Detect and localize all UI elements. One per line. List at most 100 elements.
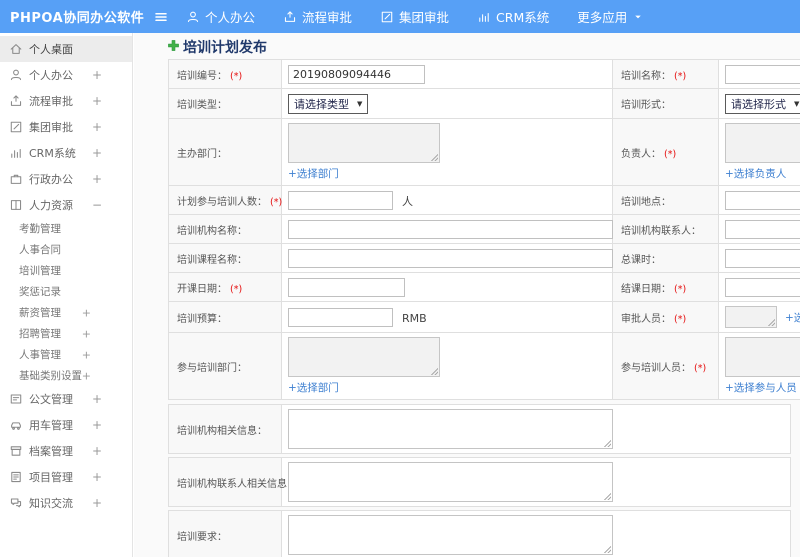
resize-grip-icon	[602, 438, 611, 447]
expander-icon[interactable]: +	[92, 68, 102, 82]
sidebar-item-label: 流程审批	[29, 95, 73, 108]
picker-box[interactable]	[288, 337, 440, 377]
expander-icon[interactable]: +	[92, 172, 102, 186]
sidebar-item-label: 公文管理	[29, 393, 73, 406]
sidebar-subitem-6-1[interactable]: 人事合同	[0, 239, 132, 260]
sidebar-subitem-6-0[interactable]: 考勤管理	[0, 218, 132, 239]
sidebar-item-3[interactable]: 集团审批 +	[0, 114, 132, 140]
picker-link[interactable]: +选择参与人员	[725, 380, 800, 395]
nav-item-4[interactable]: 更多应用	[577, 7, 644, 26]
sidebar-item-11[interactable]: 知识交流 +	[0, 490, 132, 516]
expander-icon[interactable]: +	[82, 369, 91, 382]
nav-item-1[interactable]: 流程审批	[283, 7, 352, 26]
text-input[interactable]	[288, 308, 393, 327]
field-label-cell: 培训形式：	[612, 88, 719, 119]
expander-icon[interactable]: +	[92, 444, 102, 458]
sidebar-item-label: 个人桌面	[29, 43, 73, 56]
sidebar-subitem-6-3[interactable]: 奖惩记录	[0, 281, 132, 302]
text-input[interactable]	[725, 249, 800, 268]
field-label: 总课时：	[621, 254, 661, 266]
sidebar-item-4[interactable]: CRM系统 +	[0, 140, 132, 166]
text-input[interactable]	[725, 220, 800, 239]
sidebar-item-label: 个人办公	[29, 69, 73, 82]
field	[288, 64, 425, 84]
picker-link[interactable]: +选择部门	[288, 380, 606, 395]
expander-icon[interactable]: +	[82, 327, 91, 340]
picker-box[interactable]	[288, 123, 440, 163]
picker-link[interactable]: +选择部门	[288, 166, 606, 181]
hamburger-menu-icon[interactable]	[148, 9, 174, 25]
field-label-cell: 结课日期： (*)	[612, 272, 719, 302]
required-mark: (*)	[694, 362, 707, 374]
text-input[interactable]	[288, 191, 393, 210]
sidebar-item-7[interactable]: 公文管理 +	[0, 386, 132, 412]
sidebar-subitem-6-4[interactable]: 薪资管理 +	[0, 302, 132, 323]
sidebar-subitem-label: 招聘管理	[19, 328, 61, 340]
sidebar-item-label: 人力资源	[29, 199, 73, 212]
sidebar-item-6[interactable]: 人力资源 −	[0, 192, 132, 218]
field: +选择审批人员	[725, 306, 800, 328]
text-input[interactable]	[288, 65, 425, 84]
field-label-cell: 主办部门：	[168, 118, 282, 186]
nav-item-0[interactable]: 个人办公	[186, 7, 255, 26]
text-input[interactable]	[288, 278, 405, 297]
expander-icon[interactable]: +	[82, 348, 91, 361]
sidebar-item-10[interactable]: 项目管理 +	[0, 464, 132, 490]
sidebar-item-label: 用车管理	[29, 419, 73, 432]
text-input[interactable]	[725, 191, 800, 210]
textarea-input[interactable]	[288, 515, 613, 555]
nav-item-2[interactable]: 集团审批	[380, 7, 449, 26]
sidebar-subitem-6-5[interactable]: 招聘管理 +	[0, 323, 132, 344]
expander-icon[interactable]: +	[92, 418, 102, 432]
sidebar-item-5[interactable]: 行政办公 +	[0, 166, 132, 192]
expander-icon[interactable]: +	[92, 496, 102, 510]
field-label-cell: 负责人： (*)	[612, 118, 719, 186]
picker-link[interactable]: +选择负责人	[725, 166, 800, 181]
field	[725, 219, 800, 239]
picker-box[interactable]	[725, 123, 800, 163]
field-cell	[281, 404, 791, 454]
field-label: 培训机构名称：	[177, 225, 247, 237]
sidebar-item-8[interactable]: 用车管理 +	[0, 412, 132, 438]
text-input[interactable]	[288, 220, 613, 239]
sidebar-item-label: 档案管理	[29, 445, 73, 458]
picker-box[interactable]	[725, 306, 777, 328]
sidebar-item-1[interactable]: 个人办公 +	[0, 62, 132, 88]
text-input[interactable]	[725, 65, 800, 84]
expander-icon[interactable]: −	[92, 198, 102, 212]
nav-item-label: 集团审批	[399, 10, 450, 25]
expander-icon[interactable]: +	[82, 306, 91, 319]
textarea-input[interactable]	[288, 462, 613, 502]
textarea-input[interactable]	[288, 409, 613, 449]
sidebar-subitem-label: 基础类别设置	[19, 370, 82, 382]
select-dropdown[interactable]: 请选择形式 ▼	[725, 94, 800, 114]
expander-icon[interactable]: +	[92, 120, 102, 134]
field	[288, 248, 613, 268]
expander-icon[interactable]: +	[92, 470, 102, 484]
field-cell	[718, 272, 800, 302]
sidebar-item-0[interactable]: 个人桌面	[0, 36, 132, 62]
field-label: 计划参与培训人数：	[177, 196, 267, 208]
text-input[interactable]	[725, 278, 800, 297]
picker-box[interactable]	[725, 337, 800, 377]
field	[725, 277, 800, 297]
expander-icon[interactable]: +	[92, 146, 102, 160]
field	[725, 64, 800, 84]
sidebar-item-label: 集团审批	[29, 121, 73, 134]
picker-link[interactable]: +选择审批人员	[785, 312, 800, 324]
sidebar-subitem-6-6[interactable]: 人事管理 +	[0, 344, 132, 365]
expander-icon[interactable]: +	[92, 392, 102, 406]
expander-icon[interactable]: +	[92, 94, 102, 108]
table-row: 培训编号：(*)培训名称：(*)	[168, 59, 800, 89]
sidebar-item-2[interactable]: 流程审批 +	[0, 88, 132, 114]
sidebar-item-9[interactable]: 档案管理 +	[0, 438, 132, 464]
field-label: 培训名称：	[621, 70, 671, 82]
select-dropdown[interactable]: 请选择类型 ▼	[288, 94, 369, 114]
field-label-cell: 总课时：	[612, 243, 719, 273]
top-nav: 个人办公 流程审批 集团审批 CRM系统 更多应用	[186, 7, 672, 26]
text-input[interactable]	[288, 249, 613, 268]
sidebar-subitem-6-2[interactable]: 培训管理	[0, 260, 132, 281]
sidebar-subitem-6-7[interactable]: 基础类别设置 +	[0, 365, 132, 386]
home-icon	[9, 42, 23, 56]
nav-item-3[interactable]: CRM系统	[477, 7, 549, 26]
